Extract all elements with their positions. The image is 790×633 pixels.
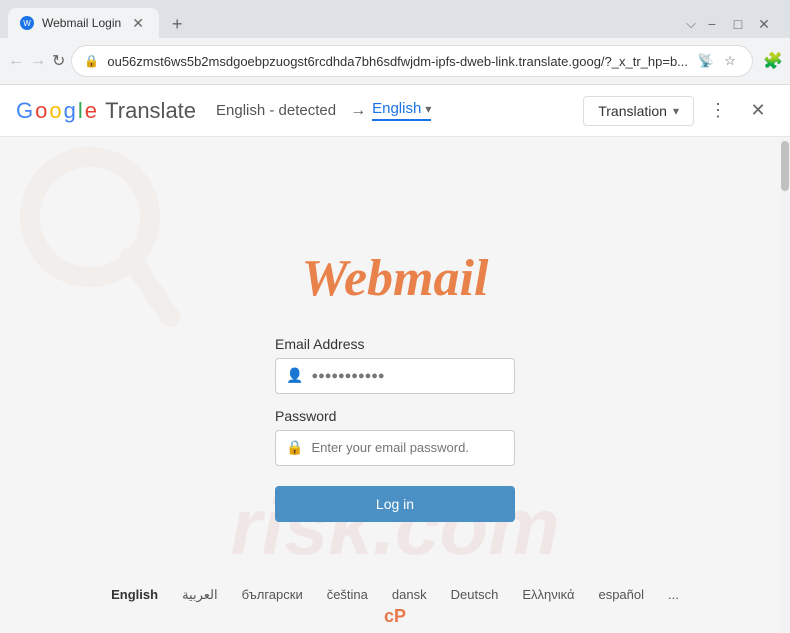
address-bar[interactable]: 🔒 ou56zmst6ws5b2msdgoebpzuogst6rcdhda7bh… xyxy=(71,45,753,77)
lock-icon: 🔒 xyxy=(84,54,99,68)
webmail-logo: Webmail xyxy=(302,249,489,308)
tab-favicon: W xyxy=(20,16,34,30)
extensions-btn[interactable]: 🧩 xyxy=(759,47,787,75)
source-language[interactable]: English - detected xyxy=(216,102,336,119)
email-input[interactable] xyxy=(311,370,504,382)
scrollbar[interactable] xyxy=(780,137,790,633)
lang-czech[interactable]: čeština xyxy=(327,587,368,603)
lang-english[interactable]: English xyxy=(111,587,158,603)
translation-dropdown-btn[interactable]: Translation ▾ xyxy=(583,96,694,126)
email-label: Email Address xyxy=(275,336,515,352)
lock-field-icon: 🔒 xyxy=(286,439,303,456)
google-translate-logo: Google Translate xyxy=(16,98,196,124)
chevron-icon: ▾ xyxy=(425,102,431,116)
translate-close-btn[interactable]: ✕ xyxy=(742,95,774,127)
arrow-icon: → xyxy=(350,102,366,120)
password-input-wrapper: 🔒 xyxy=(275,430,515,466)
tab-close-btn[interactable]: ✕ xyxy=(129,14,147,32)
address-text: ou56zmst6ws5b2msdgoebpzuogst6rcdhda7bh6s… xyxy=(107,54,688,69)
translate-menu-btn[interactable]: ⋮ xyxy=(702,95,734,127)
lang-more[interactable]: ... xyxy=(668,587,679,603)
restore-down-icon: ⌵ xyxy=(686,16,696,32)
cpanel-logo: cP xyxy=(384,606,406,627)
cast-icon[interactable]: 📡 xyxy=(696,51,716,71)
star-icon[interactable]: ☆ xyxy=(720,51,740,71)
forward-btn[interactable]: → xyxy=(30,46,46,76)
close-btn[interactable]: ✕ xyxy=(754,14,774,34)
password-input[interactable] xyxy=(311,440,504,455)
email-input-wrapper: 👤 xyxy=(275,358,515,394)
lang-spanish[interactable]: español xyxy=(598,587,644,603)
scrollbar-thumb[interactable] xyxy=(781,141,789,191)
lang-bulgarian[interactable]: български xyxy=(242,587,303,603)
lang-german[interactable]: Deutsch xyxy=(451,587,499,603)
lang-greek[interactable]: Ελληνικά xyxy=(522,587,574,603)
target-language[interactable]: English ▾ xyxy=(372,100,431,121)
tab-title: Webmail Login xyxy=(42,16,121,30)
reload-btn[interactable]: ↻ xyxy=(52,46,65,76)
user-icon: 👤 xyxy=(286,367,303,384)
new-tab-btn[interactable]: + xyxy=(163,10,191,38)
minimize-btn[interactable]: − xyxy=(702,14,722,34)
lang-danish[interactable]: dansk xyxy=(392,587,427,603)
login-btn[interactable]: Log in xyxy=(275,486,515,522)
language-footer: English العربية български čeština dansk … xyxy=(0,587,790,603)
password-label: Password xyxy=(275,408,515,424)
back-btn[interactable]: ← xyxy=(8,46,24,76)
restore-btn[interactable]: □ xyxy=(728,14,748,34)
browser-tab[interactable]: W Webmail Login ✕ xyxy=(8,8,159,38)
dropdown-chevron-icon: ▾ xyxy=(673,104,679,118)
lang-arabic[interactable]: العربية xyxy=(182,587,218,603)
